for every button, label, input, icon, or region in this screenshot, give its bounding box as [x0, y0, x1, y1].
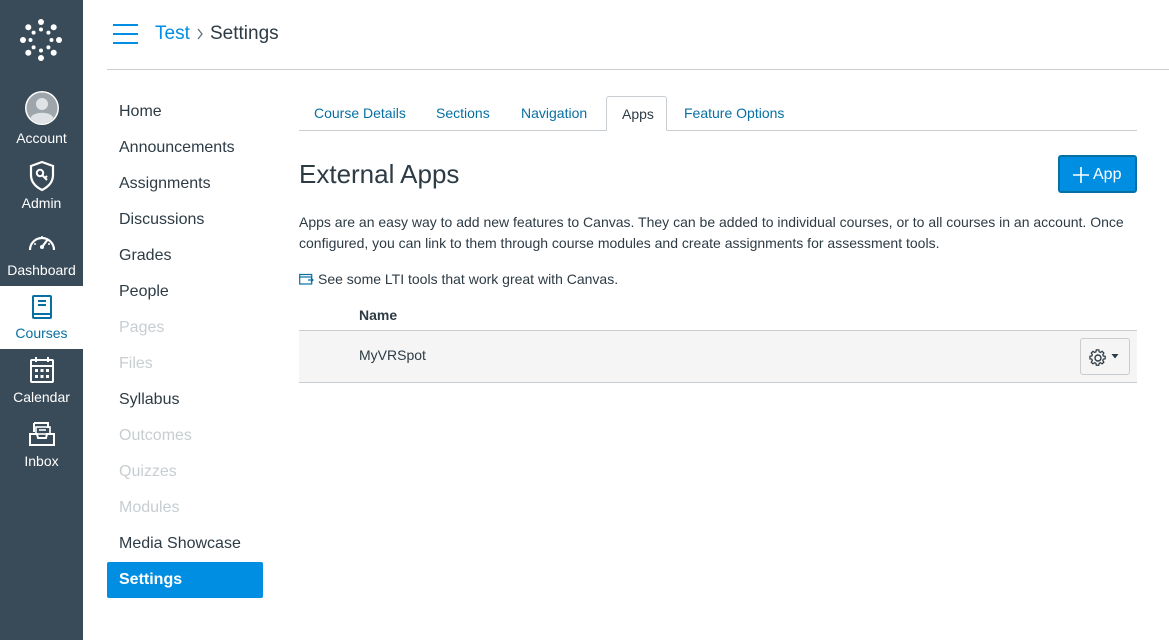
gear-icon: [1089, 349, 1106, 366]
global-nav-label: Courses: [15, 325, 68, 341]
global-nav-label: Dashboard: [7, 262, 76, 278]
page-header: Test Settings: [107, 0, 1169, 70]
global-nav: Account Admin Dashboard Courses Calendar…: [0, 0, 83, 640]
app-settings-button[interactable]: [1080, 338, 1130, 375]
tab-sections[interactable]: Sections: [421, 96, 505, 131]
page-title: External Apps: [299, 159, 460, 189]
global-nav-courses[interactable]: Courses: [0, 286, 83, 349]
shield-icon: [29, 160, 54, 192]
app-name-cell: MyVRSpot: [359, 347, 426, 363]
global-nav-account[interactable]: Account: [0, 86, 83, 150]
column-header-name[interactable]: Name: [359, 307, 397, 323]
global-nav-inbox[interactable]: Inbox: [0, 416, 83, 480]
course-nav-files[interactable]: Files: [107, 346, 263, 382]
tab-course-details[interactable]: Course Details: [299, 96, 421, 131]
course-nav-assignments[interactable]: Assignments: [107, 166, 263, 202]
breadcrumb-course-link[interactable]: Test: [155, 22, 190, 46]
global-nav-admin[interactable]: Admin: [0, 156, 83, 220]
external-link-icon: [299, 273, 314, 285]
hamburger-menu-icon[interactable]: [113, 24, 139, 46]
speedometer-icon: [28, 236, 55, 251]
global-nav-label: Admin: [21, 195, 62, 211]
avatar-icon: [24, 91, 59, 125]
course-nav-media-showcase[interactable]: Media Showcase: [107, 526, 263, 562]
course-nav-outcomes[interactable]: Outcomes: [107, 418, 263, 454]
course-nav-settings[interactable]: Settings: [107, 562, 263, 598]
add-app-button[interactable]: App: [1058, 155, 1137, 193]
tab-apps[interactable]: Apps: [606, 96, 667, 131]
breadcrumb-current: Settings: [210, 23, 279, 44]
course-nav-grades[interactable]: Grades: [107, 238, 263, 274]
course-nav-announcements[interactable]: Announcements: [107, 130, 263, 166]
global-nav-label: Calendar: [13, 389, 70, 405]
course-nav-home[interactable]: Home: [107, 94, 263, 130]
course-nav-people[interactable]: People: [107, 274, 263, 310]
global-nav-dashboard[interactable]: Dashboard: [0, 222, 83, 286]
canvas-logo-icon[interactable]: [18, 17, 64, 63]
settings-tabs: Course Details Sections Navigation Apps …: [299, 96, 1137, 131]
caret-down-icon: [1111, 354, 1119, 359]
tab-navigation[interactable]: Navigation: [506, 96, 602, 131]
lti-tools-link-text: See some LTI tools that work great with …: [318, 271, 619, 287]
chevron-right-icon: [197, 28, 203, 40]
course-nav-pages[interactable]: Pages: [107, 310, 263, 346]
inbox-icon: [28, 422, 55, 446]
book-icon: [31, 295, 52, 319]
global-nav-label: Inbox: [24, 453, 59, 469]
course-nav-quizzes[interactable]: Quizzes: [107, 454, 263, 490]
global-nav-label: Account: [16, 130, 67, 146]
table-row: MyVRSpot: [299, 331, 1137, 383]
apps-table-header: Name: [299, 304, 1137, 331]
global-nav-calendar[interactable]: Calendar: [0, 352, 83, 416]
course-nav-syllabus[interactable]: Syllabus: [107, 382, 263, 418]
plus-icon: [1073, 167, 1089, 183]
tab-feature-options[interactable]: Feature Options: [669, 96, 799, 131]
course-nav-discussions[interactable]: Discussions: [107, 202, 263, 238]
add-app-label: App: [1093, 166, 1122, 183]
external-apps-description: Apps are an easy way to add new features…: [299, 214, 1124, 251]
calendar-icon: [29, 357, 54, 383]
course-nav-modules[interactable]: Modules: [107, 490, 263, 526]
